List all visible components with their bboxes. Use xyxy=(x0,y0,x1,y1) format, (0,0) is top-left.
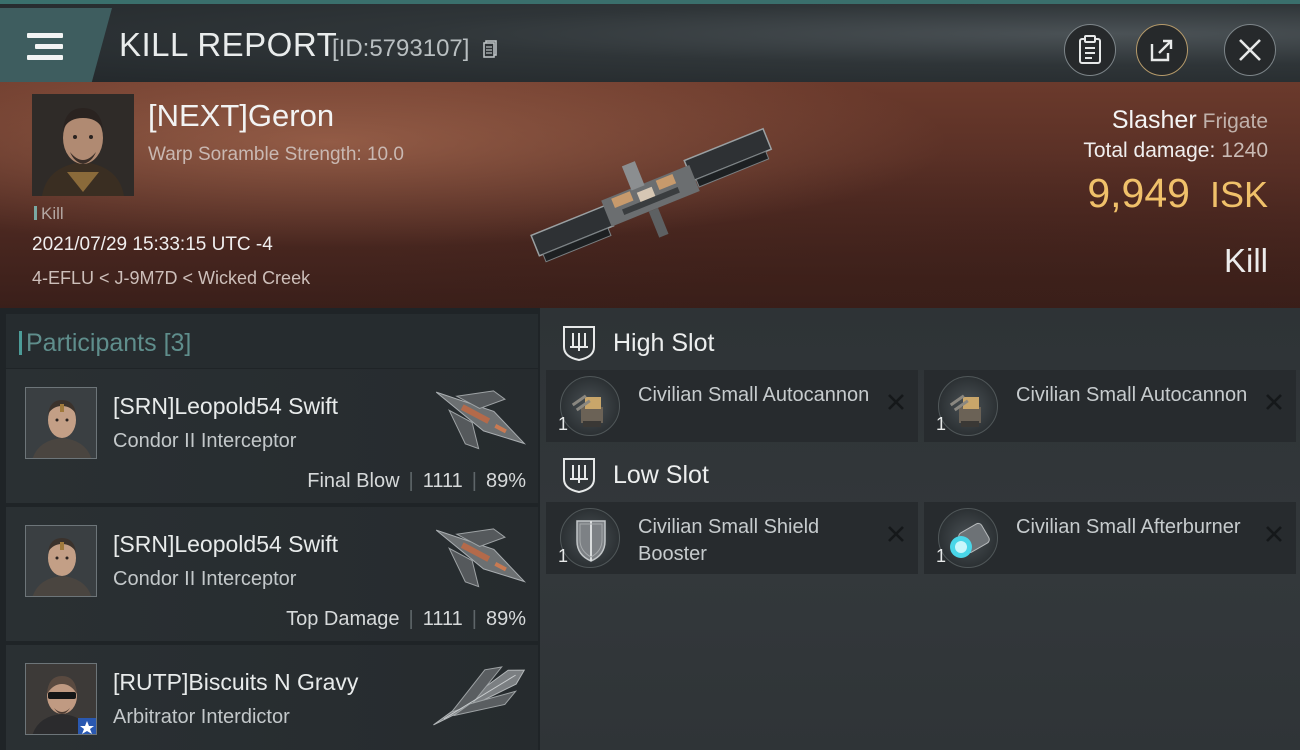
participant-ship: Condor II Interceptor xyxy=(113,568,297,590)
participant-name: [RUTP]Biscuits N Gravy xyxy=(113,669,359,695)
participant-avatar xyxy=(25,663,97,735)
participant-ship: Condor II Interceptor xyxy=(113,430,297,452)
participant-ship-image xyxy=(435,390,527,450)
participant-percent: 89% xyxy=(485,608,526,630)
share-icon xyxy=(1150,39,1173,62)
autocannon-icon xyxy=(938,376,998,436)
isk-value: 9,949 ISK xyxy=(1087,170,1268,217)
autocannon-icon xyxy=(560,376,620,436)
close-button[interactable] xyxy=(1224,24,1276,76)
participant-stats: Top Damage | 1111 | 89% xyxy=(286,608,526,630)
participants-count: [3] xyxy=(163,329,192,357)
participants-header: Participants [3] xyxy=(6,314,538,368)
low-slot-icon xyxy=(563,458,595,493)
high-slot-icon xyxy=(563,326,595,361)
victim-ship[interactable]: Slasher Frigate xyxy=(1112,106,1268,135)
module-item[interactable]: 1 Civilian Small Shield Booster xyxy=(546,502,918,574)
result-label: Kill xyxy=(1223,242,1268,279)
victim-portrait[interactable] xyxy=(32,94,134,196)
report-id: [ID:5793107] xyxy=(332,35,470,62)
module-name: Civilian Small Shield Booster xyxy=(638,516,820,565)
victim-ship-name: Slasher xyxy=(1111,106,1197,134)
module-name: Civilian Small Autocannon xyxy=(1016,384,1248,406)
menu-button[interactable] xyxy=(0,8,112,82)
participant-card[interactable]: [RUTP]Biscuits N Gravy Arbitrator Interd… xyxy=(6,645,538,750)
participant-avatar xyxy=(25,525,97,597)
high-slot-header: High Slot xyxy=(540,312,1300,370)
participants-title: Participants [3] xyxy=(18,329,192,357)
close-icon xyxy=(1239,39,1261,61)
victim-name: [NEXT]Geron xyxy=(148,98,335,133)
participants-panel: Participants [3] [SRN]Leopold54 Swift Co… xyxy=(0,308,540,750)
total-damage-value: 1240 xyxy=(1221,139,1268,162)
victim-ship-class: Frigate xyxy=(1202,110,1268,133)
participant-name: [SRN]Leopold54 Swift xyxy=(113,531,339,557)
victim-panel: [NEXT]Geron Warp Soramble Strength: 10.0… xyxy=(0,82,1300,308)
module-name: Civilian Small Autocannon xyxy=(638,384,870,406)
participant-card[interactable]: [SRN]Leopold54 Swift Condor II Intercept… xyxy=(6,369,538,503)
participant-damage: 1111 xyxy=(422,608,463,630)
participant-avatar xyxy=(25,387,97,459)
high-slot-title: High Slot xyxy=(613,329,715,357)
module-item[interactable]: 1 Civilian Small Autocannon xyxy=(546,370,918,442)
participant-role: Top Damage xyxy=(286,608,400,630)
participant-percent: 89% xyxy=(485,470,526,492)
kill-location[interactable]: 4-EFLU < J-9M7D < Wicked Creek xyxy=(32,268,310,289)
clipboard-icon xyxy=(1079,35,1101,64)
participant-role: Final Blow xyxy=(307,470,400,492)
shield-booster-icon xyxy=(560,508,620,568)
destroyed-x-icon xyxy=(888,394,904,410)
module-quantity: 1 xyxy=(558,546,569,566)
total-damage: Total damage: 1240 xyxy=(1083,139,1268,163)
warp-scramble-strength: Warp Soramble Strength: 10.0 xyxy=(148,144,404,165)
clipboard-button[interactable] xyxy=(1064,24,1116,76)
destroyed-x-icon xyxy=(1266,394,1282,410)
module-quantity: 1 xyxy=(936,414,947,434)
kill-tag: Kill xyxy=(34,204,64,224)
participant-ship-image xyxy=(433,666,526,726)
participant-damage: 1111 xyxy=(422,470,463,492)
module-quantity: 1 xyxy=(558,414,569,434)
destroyed-x-icon xyxy=(1266,526,1282,542)
afterburner-icon xyxy=(938,508,998,568)
header-bar: KILL REPORT [ID:5793107] xyxy=(0,0,1300,82)
low-slot-header: Low Slot xyxy=(540,444,1300,502)
module-item[interactable]: 1 Civilian Small Autocannon xyxy=(924,370,1296,442)
low-slot-title: Low Slot xyxy=(613,461,709,489)
participant-ship-image xyxy=(435,528,527,588)
fitting-panel: High Slot 1 Civilian Small Autocannon 1 … xyxy=(540,308,1300,750)
share-button[interactable] xyxy=(1136,24,1188,76)
participant-stats: Final Blow | 1111 | 89% xyxy=(307,470,526,492)
destroyed-x-icon xyxy=(888,526,904,542)
victim-ship-image[interactable] xyxy=(515,118,785,273)
module-name: Civilian Small Afterburner xyxy=(1016,516,1241,538)
kill-date: 2021/07/29 15:33:15 UTC -4 xyxy=(32,234,273,255)
module-item[interactable]: 1 Civilian Small Afterburner xyxy=(924,502,1296,574)
participant-ship: Arbitrator Interdictor xyxy=(113,706,290,728)
page-title: KILL REPORT xyxy=(119,26,338,63)
participant-name: [SRN]Leopold54 Swift xyxy=(113,393,339,419)
participant-card[interactable]: [SRN]Leopold54 Swift Condor II Intercept… xyxy=(6,507,538,641)
copy-icon[interactable] xyxy=(483,40,497,58)
total-damage-label: Total damage: xyxy=(1083,139,1216,162)
module-quantity: 1 xyxy=(936,546,947,566)
isk-unit: ISK xyxy=(1209,174,1268,215)
isk-amount: 9,949 xyxy=(1087,170,1190,216)
